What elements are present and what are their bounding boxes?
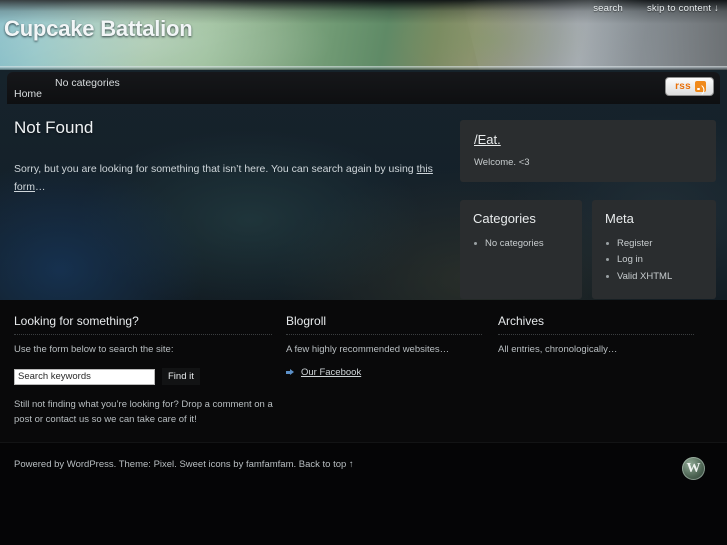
- header-utility-links: search skip to content ↓: [593, 3, 719, 14]
- list-item: Log in: [605, 252, 703, 268]
- rss-button[interactable]: rss: [665, 77, 714, 96]
- footer-widget-area: Looking for something? Use the form belo…: [0, 300, 727, 442]
- not-found-text-after: …: [35, 181, 46, 194]
- blogroll-list: Our Facebook: [286, 367, 498, 378]
- find-it-button[interactable]: Find it: [162, 368, 200, 386]
- categories-list: No categories: [473, 236, 569, 252]
- meta-link-register[interactable]: Register: [617, 238, 652, 249]
- list-item: Register: [605, 236, 703, 252]
- footer-search-outro: Still not finding what you’re looking fo…: [14, 399, 273, 426]
- site-header-banner: search skip to content ↓ Cupcake Battali…: [0, 0, 727, 70]
- sidebar-widget-row: Categories No categories Meta Register L…: [460, 200, 716, 299]
- wordpress-logo-icon[interactable]: W: [682, 457, 705, 480]
- search-input[interactable]: [14, 368, 155, 385]
- site-title[interactable]: Cupcake Battalion: [4, 16, 193, 42]
- widget-intro: /Eat. Welcome. <3: [460, 120, 716, 182]
- list-item: Valid XHTML: [605, 269, 703, 285]
- footer-column-search: Looking for something? Use the form belo…: [14, 314, 286, 442]
- list-item: Our Facebook: [286, 367, 498, 378]
- footer-credit-text[interactable]: Powered by WordPress. Theme: Pixel. Swee…: [14, 459, 354, 470]
- rss-button-label: rss: [675, 81, 691, 92]
- footer-column-blogroll: Blogroll A few highly recommended websit…: [286, 314, 498, 442]
- footer-search-title: Looking for something?: [14, 314, 272, 335]
- footer-blogroll-text: A few highly recommended websites…: [286, 344, 450, 355]
- widget-categories-title: Categories: [473, 211, 536, 226]
- meta-link-login[interactable]: Log in: [617, 254, 643, 265]
- rss-icon: [695, 81, 706, 92]
- search-link[interactable]: search: [593, 3, 623, 14]
- footer-archives-text: All entries, chronologically…: [498, 344, 618, 355]
- list-item: No categories: [473, 236, 569, 252]
- banner-bottom-highlight: [0, 66, 727, 70]
- site-search-form: Find it: [14, 368, 286, 386]
- main-content: Not Found Sorry, but you are looking for…: [14, 118, 444, 197]
- not-found-message: Sorry, but you are looking for something…: [14, 160, 444, 197]
- blogroll-link-our-facebook[interactable]: Our Facebook: [301, 367, 361, 378]
- not-found-text-before: Sorry, but you are looking for something…: [14, 163, 417, 175]
- nav-categories-label: No categories: [55, 77, 120, 89]
- widget-intro-title-link[interactable]: /Eat.: [474, 132, 501, 147]
- skip-to-content-link[interactable]: skip to content ↓: [647, 3, 719, 14]
- footer-blogroll-title: Blogroll: [286, 314, 482, 335]
- widget-intro-text: Welcome. <3: [474, 157, 530, 168]
- widget-meta-title: Meta: [605, 211, 634, 226]
- sidebar: /Eat. Welcome. <3 Categories No categori…: [460, 120, 716, 299]
- footer-archives-title: Archives: [498, 314, 694, 335]
- footer-column-archives: Archives All entries, chronologically…: [498, 314, 713, 442]
- meta-link-valid-xhtml[interactable]: Valid XHTML: [617, 271, 672, 282]
- meta-list: Register Log in Valid XHTML: [605, 236, 703, 285]
- widget-meta: Meta Register Log in Valid XHTML: [592, 200, 716, 299]
- category-label: No categories: [485, 238, 544, 249]
- page-title: Not Found: [14, 118, 94, 137]
- primary-navigation-bar: Home No categories rss: [7, 72, 720, 104]
- page-root: search skip to content ↓ Cupcake Battali…: [0, 0, 727, 545]
- widget-categories: Categories No categories: [460, 200, 582, 299]
- nav-item-home[interactable]: Home: [14, 88, 42, 100]
- arrow-right-icon: [286, 368, 295, 377]
- footer-credit-bar: Powered by WordPress. Theme: Pixel. Swee…: [0, 442, 727, 545]
- footer-search-intro: Use the form below to search the site:: [14, 344, 174, 355]
- widget-intro-title: /Eat.: [474, 132, 702, 147]
